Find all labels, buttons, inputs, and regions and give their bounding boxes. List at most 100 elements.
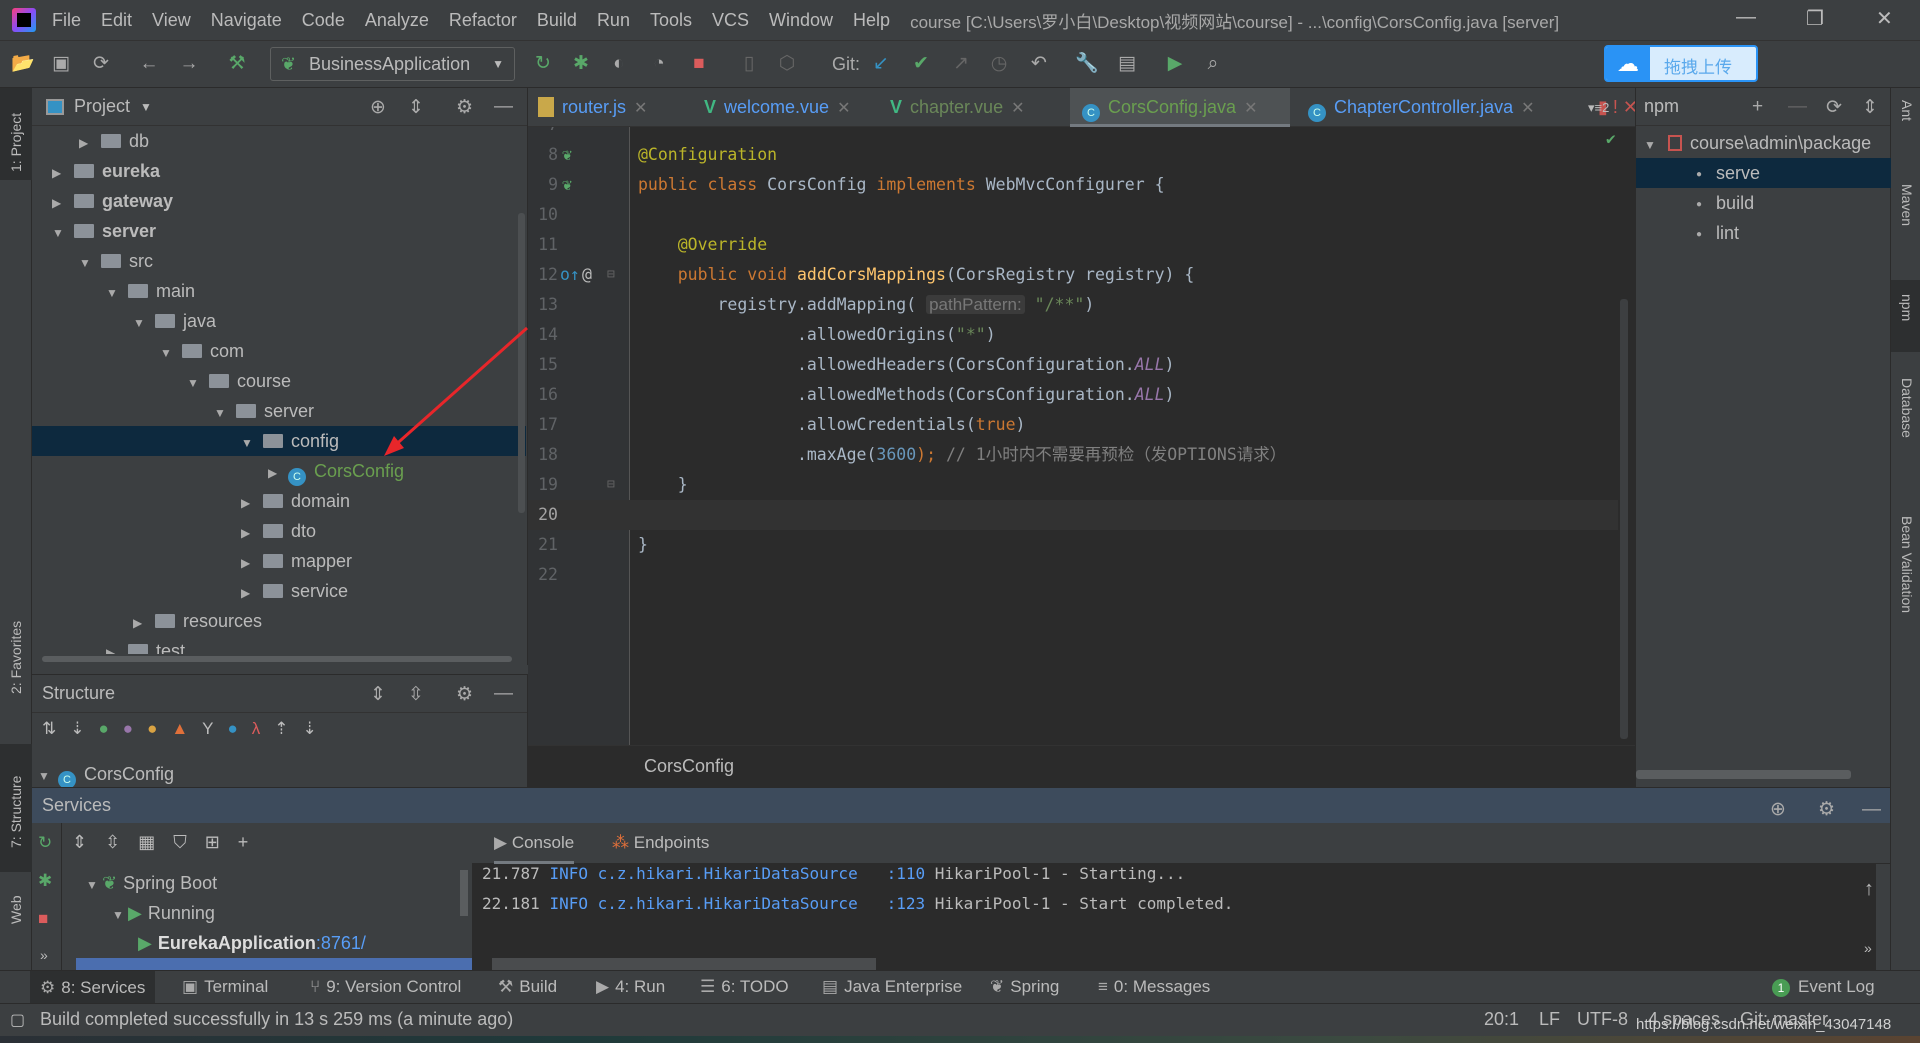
tool-build[interactable]: ⚒ Build (498, 977, 557, 997)
git-commit-icon[interactable]: ✔ (908, 51, 934, 77)
show-lambda-icon[interactable]: λ (252, 719, 261, 739)
menu-edit[interactable]: Edit (101, 10, 132, 31)
settings-wrench-icon[interactable]: 🔧 (1074, 51, 1100, 77)
code-line[interactable]: 7 (528, 127, 1618, 140)
filter-icon[interactable]: ⛉ (173, 832, 187, 853)
code-line[interactable]: 14 .allowedOrigins("*") (528, 320, 1618, 350)
device-icon[interactable]: ▯ (736, 51, 762, 77)
tab-console[interactable]: ▶ Console (494, 833, 575, 864)
back-icon[interactable]: ← (136, 51, 162, 77)
tree-item[interactable]: ▶ resources (32, 606, 526, 636)
close-tab-icon[interactable]: ✕ (837, 100, 850, 117)
breadcrumb[interactable]: CorsConfig (528, 745, 1635, 787)
tab-endpoints[interactable]: ⁂ Endpoints (612, 833, 709, 853)
override-annotation-icon[interactable]: @ (582, 260, 592, 290)
code-line[interactable]: 11 @Override (528, 230, 1618, 260)
stop-icon[interactable]: ■ (686, 51, 712, 77)
caret-position[interactable]: 20:1 (1484, 1009, 1519, 1030)
tree-item[interactable]: ▶ test (32, 636, 526, 654)
code-line[interactable]: 13 registry.addMapping( pathPattern: "/*… (528, 290, 1618, 320)
build-hammer-icon[interactable]: ⚒ (224, 51, 250, 77)
console-horizontal-scrollbar[interactable] (492, 958, 876, 970)
stripe-ant[interactable]: Ant (1899, 100, 1915, 121)
collapsed-arrow-icon[interactable]: ▶ (106, 638, 122, 654)
run-config-select[interactable]: BusinessApplication ▼ ❦ (270, 47, 515, 81)
collapse-all-icon[interactable]: ⇳ (105, 832, 120, 853)
collapsed-arrow-icon[interactable]: ▶ (79, 128, 95, 158)
tree-item[interactable]: ▼ server (32, 396, 526, 426)
code-line[interactable]: 9 public class CorsConfig implements WebM… (528, 170, 1618, 200)
collapse-icon[interactable]: ⇕ (1862, 96, 1878, 119)
locate-icon[interactable]: ⊕ (370, 96, 386, 119)
restore-button[interactable]: ❐ (1806, 6, 1824, 31)
stop-icon[interactable]: ■ (38, 909, 48, 929)
hide-icon[interactable]: — (1862, 792, 1881, 827)
tree-item[interactable]: ▶ dto (32, 516, 526, 546)
fold-icon[interactable]: ⊟ (607, 260, 615, 290)
more-icon[interactable]: » (40, 947, 48, 963)
stripe-web[interactable]: Web (8, 895, 24, 924)
history-icon[interactable]: ◷ (986, 51, 1012, 77)
menu-file[interactable]: File (52, 10, 81, 31)
expanded-arrow-icon[interactable]: ▼ (79, 248, 95, 278)
toggle-tool-windows-icon[interactable]: ▢ (10, 1010, 25, 1030)
autoscroll-to-source-icon[interactable]: ⇡ (274, 719, 288, 739)
tool-4-run[interactable]: ▶ 4: Run (596, 977, 665, 997)
expanded-arrow-icon[interactable]: ▼ (160, 338, 176, 368)
show-inherited-icon[interactable]: ● (99, 719, 109, 739)
tool-java-enterprise[interactable]: ▤ Java Enterprise (822, 977, 962, 997)
structure-root-item[interactable]: ▼ C CorsConfig (38, 761, 174, 789)
collapsed-arrow-icon[interactable]: ▶ (52, 158, 68, 188)
menu-vcs[interactable]: VCS (712, 10, 749, 31)
add-icon[interactable]: + (1752, 96, 1763, 118)
tree-item[interactable]: ▼ config (32, 426, 526, 456)
tool-6-todo[interactable]: ☰ 6: TODO (700, 977, 789, 997)
tree-item[interactable]: ▶ service (32, 576, 526, 606)
tree-item[interactable]: ▶ eureka (32, 156, 526, 186)
forward-icon[interactable]: → (176, 51, 202, 77)
tree-item[interactable]: ▶ gateway (32, 186, 526, 216)
chevron-down-icon[interactable]: ▼ (140, 100, 152, 114)
collapsed-arrow-icon[interactable]: ▶ (241, 578, 257, 608)
tree-item[interactable]: ▼ src (32, 246, 526, 276)
hide-icon[interactable]: — (494, 683, 513, 705)
tab-chaptercontroller-java[interactable]: C ChapterController.java ✕ (1296, 88, 1586, 127)
group-icon[interactable]: ▦ (138, 832, 155, 853)
menu-run[interactable]: Run (597, 10, 630, 31)
close-tab-icon[interactable]: ✕ (634, 100, 647, 117)
npm-horizontal-scrollbar[interactable] (1636, 770, 1851, 779)
code-line[interactable]: 18 .maxAge(3600); // 1小时内不需要再预检（发OPTIONS… (528, 440, 1618, 470)
stripe-database[interactable]: Database (1899, 378, 1915, 438)
show-properties-icon[interactable]: ● (123, 719, 133, 739)
expanded-arrow-icon[interactable]: ▼ (112, 900, 128, 930)
service-item[interactable]: ▼ ▶ Running (76, 898, 472, 928)
expanded-arrow-icon[interactable]: ▼ (214, 398, 230, 428)
tree-item[interactable]: ▶ db (32, 126, 526, 156)
project-structure-icon[interactable]: ▤ (1114, 51, 1140, 77)
open-folder-icon[interactable]: 📂 (10, 51, 36, 77)
implements-method-icon[interactable]: o↑ (560, 260, 580, 290)
expand-all-icon[interactable]: ⇕ (72, 832, 87, 853)
tool-spring[interactable]: ❦ Spring (990, 977, 1059, 997)
upload-button[interactable]: ☁ 拖拽上传 (1604, 45, 1758, 82)
close-tab-icon[interactable]: ✕ (1244, 100, 1257, 117)
npm-script[interactable]: ● serve (1636, 158, 1891, 188)
expanded-arrow-icon[interactable]: ▼ (52, 218, 68, 248)
show-non-public-icon[interactable]: ▲ (171, 719, 188, 739)
sort-alpha-icon[interactable]: ⇣ (70, 719, 84, 739)
line-separator[interactable]: LF (1539, 1009, 1560, 1030)
stripe-structure[interactable]: 7: Structure (8, 776, 24, 848)
close-button[interactable]: ✕ (1876, 6, 1893, 31)
event-log-button[interactable]: 1 Event Log (1772, 977, 1875, 997)
add-service-icon[interactable]: + (238, 832, 249, 853)
tree-item[interactable]: ▼ com (32, 336, 526, 366)
menu-code[interactable]: Code (302, 10, 345, 31)
stripe-favorites[interactable]: 2: Favorites (8, 621, 24, 694)
horizontal-scrollbar[interactable] (42, 656, 512, 662)
gear-icon[interactable]: ⚙ (456, 96, 473, 119)
expanded-arrow-icon[interactable]: ▼ (187, 368, 203, 398)
code-line[interactable]: 15 .allowedHeaders(CorsConfiguration.ALL… (528, 350, 1618, 380)
remove-icon[interactable]: — (1788, 96, 1807, 118)
coverage-icon[interactable]: ◐ (606, 51, 632, 77)
code-line[interactable]: 19 } ⊟ (528, 470, 1618, 500)
